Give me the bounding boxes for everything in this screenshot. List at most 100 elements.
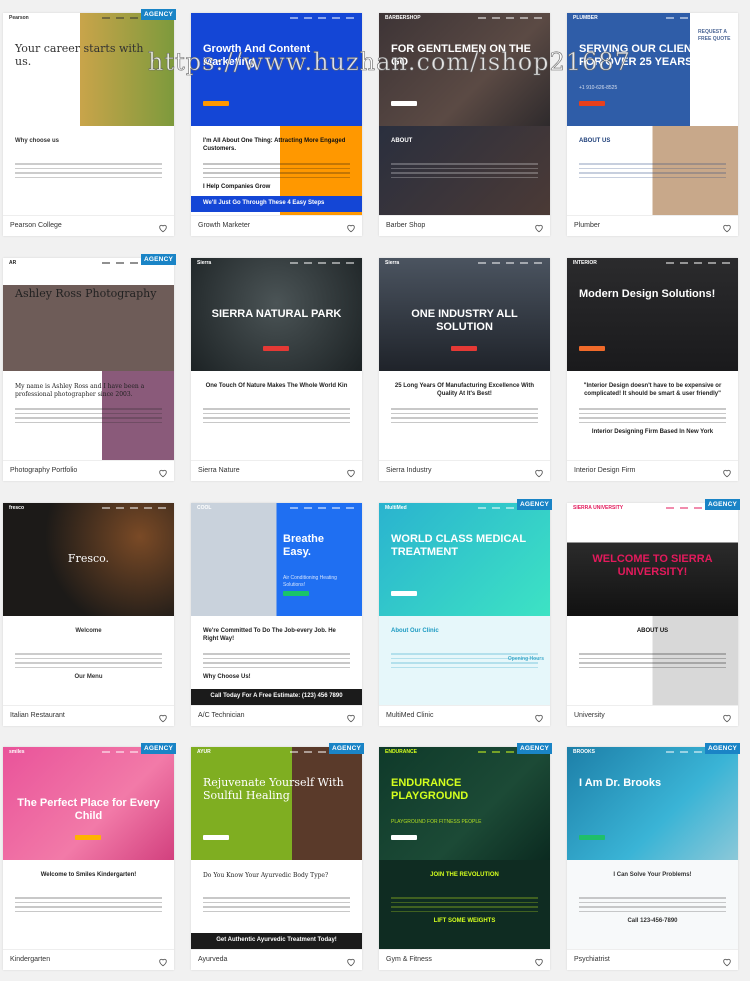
card-footer: Growth Marketer <box>191 215 362 236</box>
template-title[interactable]: Barber Shop <box>386 222 425 229</box>
preview-hero: Growth And Content Marketing <box>191 13 362 127</box>
template-title[interactable]: University <box>574 712 605 719</box>
template-title[interactable]: Kindergarten <box>10 956 50 963</box>
template-title[interactable]: Ayurveda <box>198 956 227 963</box>
favorite-heart-icon[interactable] <box>346 710 356 723</box>
favorite-heart-icon[interactable] <box>722 710 732 723</box>
template-preview[interactable]: smiles The Perfect Place for Every Child W… <box>3 747 174 949</box>
preview-cta-button <box>579 346 605 351</box>
agency-badge: AGENCY <box>140 9 176 20</box>
template-title[interactable]: Sierra Industry <box>386 467 432 474</box>
preview-lower-section: I Can Solve Your Problems! Call 123-456-7… <box>567 860 738 949</box>
template-card[interactable]: ENDURANCE ENDURANCE PLAYGROUND PLAYGROUND … <box>379 743 552 970</box>
favorite-heart-icon[interactable] <box>346 220 356 233</box>
favorite-heart-icon[interactable] <box>346 465 356 478</box>
template-title[interactable]: A/C Technician <box>198 712 245 719</box>
preview-lower-section: Do You Know Your Ayurvedic Body Type? Get… <box>191 860 362 949</box>
preview-lower-section: One Touch Of Nature Makes The Whole Worl… <box>191 371 362 460</box>
template-preview[interactable]: MultiMedWORLD CLASS MEDICAL TREATMENTEme… <box>379 503 550 705</box>
preview-bar-text: Get Authentic Ayurvedic Treatment Today! <box>191 933 362 949</box>
template-title[interactable]: Photography Portfolio <box>10 467 77 474</box>
template-title[interactable]: Pearson College <box>10 222 62 229</box>
favorite-heart-icon[interactable] <box>158 954 168 967</box>
card-footer: Plumber <box>567 215 738 236</box>
template-preview[interactable]: COOL Breathe Easy. Air Conditioning Heatin… <box>191 503 362 705</box>
template-card[interactable]: Sierra SIERRA NATURAL PARK One Touch Of Na… <box>191 258 362 481</box>
template-preview[interactable]: PLUMBER SERVING OUR CLIENTS FOR OVER 25 Y… <box>567 13 738 215</box>
favorite-heart-icon[interactable] <box>534 954 544 967</box>
template-preview[interactable]: Growth And Content Marketing I'm All Abou… <box>191 13 362 215</box>
favorite-heart-icon[interactable] <box>534 710 544 723</box>
template-card[interactable]: Pearson Your career starts with us. Why ch… <box>3 9 176 236</box>
template-card[interactable]: fresco Fresco. Welcome Our Menu Italian Rest… <box>3 503 174 726</box>
template-card[interactable]: smiles The Perfect Place for Every Child W… <box>3 743 176 970</box>
card-footer: Sierra Industry <box>379 460 550 481</box>
preview-cta-button <box>579 101 605 106</box>
favorite-heart-icon[interactable] <box>534 220 544 233</box>
template-card[interactable]: SIERRA UNIVERSITY WELCOME TO SIERRA UNIVE… <box>567 499 740 726</box>
template-card[interactable]: AYUR Rejuvenate Yourself With Soulful Hea… <box>191 743 364 970</box>
preview-logo: BROOKS <box>573 749 595 755</box>
preview-hero: COOL Breathe Easy. Air Conditioning Heatin… <box>191 503 362 617</box>
template-title[interactable]: Interior Design Firm <box>574 467 635 474</box>
favorite-heart-icon[interactable] <box>534 465 544 478</box>
template-title[interactable]: Growth Marketer <box>198 222 250 229</box>
preview-cta-button <box>75 835 101 840</box>
preview-logo: fresco <box>9 505 25 511</box>
template-title[interactable]: Plumber <box>574 222 600 229</box>
preview-section-title-2: Why Choose Us! <box>203 674 251 681</box>
preview-section-title: "Interior Design doesn't have to be expe… <box>583 383 722 397</box>
favorite-heart-icon[interactable] <box>722 220 732 233</box>
preview-nav <box>191 258 362 268</box>
template-preview[interactable]: ENDURANCE ENDURANCE PLAYGROUND PLAYGROUND … <box>379 747 550 949</box>
preview-hero: ENDURANCE ENDURANCE PLAYGROUND PLAYGROUND … <box>379 747 550 861</box>
template-card[interactable]: Growth And Content Marketing I'm All Abou… <box>191 13 362 236</box>
preview-headline: SERVING OUR CLIENTS FOR OVER 25 YEARS <box>579 43 706 68</box>
template-title[interactable]: MultiMed Clinic <box>386 712 433 719</box>
template-preview[interactable]: fresco Fresco. Welcome Our Menu <box>3 503 174 705</box>
preview-logo: Sierra <box>385 260 400 266</box>
preview-lower-section: 25 Long Years Of Manufacturing Excellenc… <box>379 371 550 460</box>
preview-section-title: ABOUT US <box>636 628 669 635</box>
template-title[interactable]: Gym & Fitness <box>386 956 432 963</box>
preview-section-title: Do You Know Your Ayurvedic Body Type? <box>203 872 329 880</box>
template-card[interactable]: INTERIOR Modern Design Solutions! "Interio… <box>567 258 738 481</box>
preview-headline: Your career starts with us. <box>15 42 144 68</box>
template-card[interactable]: BROOKS I Am Dr. Brooks I Can Solve Your Pr… <box>567 743 740 970</box>
favorite-heart-icon[interactable] <box>346 954 356 967</box>
preview-lower-section: We're Committed To Do The Job-every Job.… <box>191 616 362 705</box>
preview-logo: AYUR <box>197 749 211 755</box>
template-title[interactable]: Sierra Nature <box>198 467 240 474</box>
template-preview[interactable]: AYUR Rejuvenate Yourself With Soulful Hea… <box>191 747 362 949</box>
preview-cta-button <box>391 101 417 106</box>
preview-section-title: One Touch Of Nature Makes The Whole Worl… <box>205 383 348 390</box>
template-preview[interactable]: AR Ashley Ross Photography My name is Ashl… <box>3 258 174 460</box>
template-preview[interactable]: Sierra ONE INDUSTRY ALL SOLUTION 25 Long Y… <box>379 258 550 460</box>
template-title[interactable]: Italian Restaurant <box>10 712 65 719</box>
preview-logo: ENDURANCE <box>385 749 417 755</box>
template-preview[interactable]: Sierra SIERRA NATURAL PARK One Touch Of Na… <box>191 258 362 460</box>
template-preview[interactable]: INTERIOR Modern Design Solutions! "Interio… <box>567 258 738 460</box>
template-preview[interactable]: SIERRA UNIVERSITY WELCOME TO SIERRA UNIVE… <box>567 503 738 705</box>
template-preview[interactable]: BROOKS I Am Dr. Brooks I Can Solve Your Pr… <box>567 747 738 949</box>
preview-logo: smiles <box>9 749 25 755</box>
preview-hero: SIERRA UNIVERSITY WELCOME TO SIERRA UNIVE… <box>567 503 738 617</box>
template-card[interactable]: Sierra ONE INDUSTRY ALL SOLUTION 25 Long Y… <box>379 258 550 481</box>
template-card[interactable]: MultiMedWORLD CLASS MEDICAL TREATMENTEme… <box>379 499 552 726</box>
preview-cta-button <box>391 591 417 596</box>
preview-headline: ENDURANCE PLAYGROUND <box>391 777 469 802</box>
favorite-heart-icon[interactable] <box>722 954 732 967</box>
template-preview[interactable]: Pearson Your career starts with us. Why ch… <box>3 13 174 215</box>
favorite-heart-icon[interactable] <box>158 710 168 723</box>
template-title[interactable]: Psychiatrist <box>574 956 610 963</box>
favorite-heart-icon[interactable] <box>158 220 168 233</box>
template-card[interactable]: PLUMBER SERVING OUR CLIENTS FOR OVER 25 Y… <box>567 13 738 236</box>
preview-section-title-2: I Help Companies Grow <box>203 184 271 191</box>
template-preview[interactable]: BARBERSHOP FOR GENTLEMEN ON THE GO ABOUT <box>379 13 550 215</box>
favorite-heart-icon[interactable] <box>722 465 732 478</box>
template-card[interactable]: COOL Breathe Easy. Air Conditioning Heatin… <box>191 503 362 726</box>
card-footer: Ayurveda <box>191 949 362 970</box>
favorite-heart-icon[interactable] <box>158 465 168 478</box>
template-card[interactable]: BARBERSHOP FOR GENTLEMEN ON THE GO ABOUT Ba… <box>379 13 550 236</box>
template-card[interactable]: AR Ashley Ross Photography My name is Ashl… <box>3 254 176 481</box>
